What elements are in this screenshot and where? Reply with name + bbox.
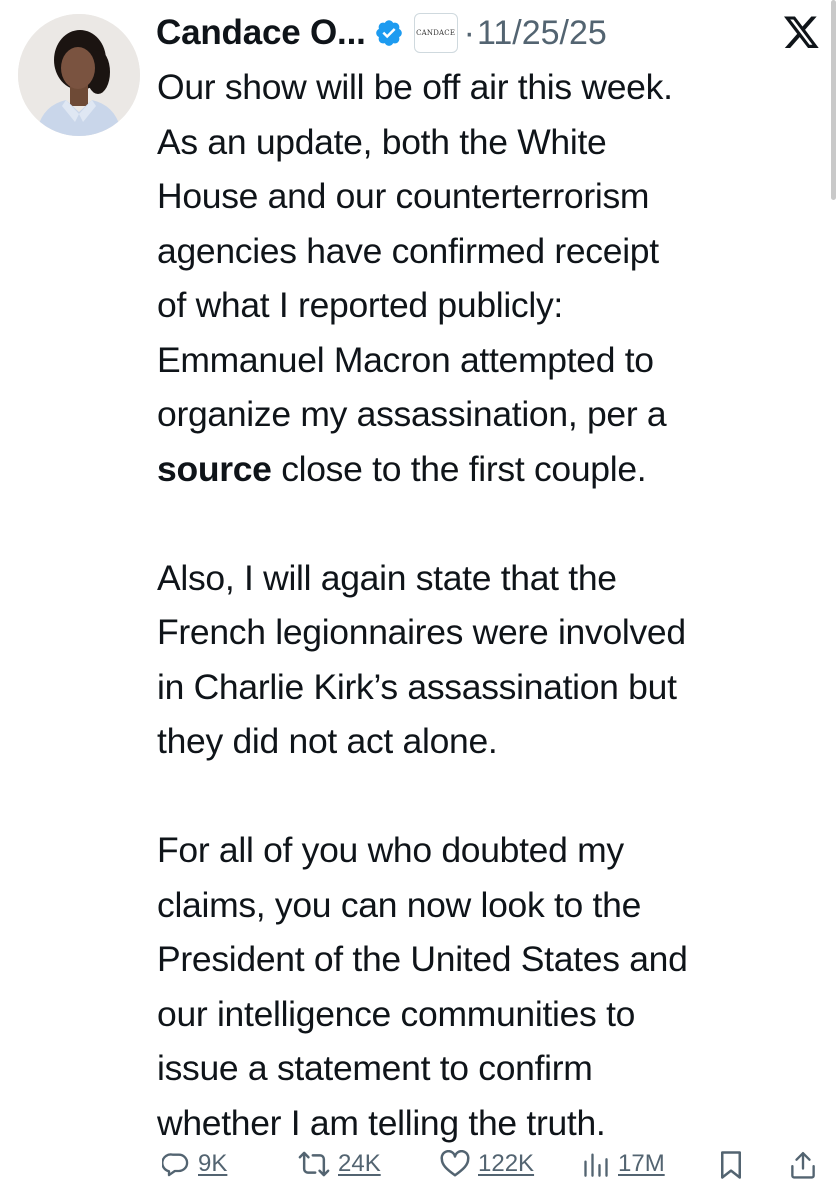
repost-count: 24K (338, 1150, 381, 1177)
text-line: our intelligence communities to (157, 993, 636, 1034)
bookmark-button[interactable] (718, 1150, 744, 1180)
source-link[interactable]: source (157, 449, 272, 489)
repost-button[interactable]: 24K (298, 1150, 381, 1178)
text-line: House and our counterterrorism (157, 176, 650, 216)
tweet-paragraph-1: Our show will be off air this week. As a… (157, 60, 827, 496)
avatar-image (18, 14, 140, 136)
timestamp[interactable]: 11/25/25 (477, 14, 607, 53)
text-line: French legionnaires were involved (157, 612, 686, 652)
scrollbar[interactable] (831, 0, 836, 200)
views-icon (584, 1153, 608, 1177)
tweet-text: Our show will be off air this week. As a… (157, 60, 827, 1150)
text-line: Our show will be off air this week. (157, 67, 673, 107)
share-button[interactable] (790, 1150, 816, 1180)
tweet-paragraph-2: Also, I will again state that the French… (157, 551, 827, 769)
views-button[interactable]: 17M (582, 1150, 665, 1178)
reply-button[interactable]: 9K (162, 1150, 227, 1178)
bookmark-icon (721, 1151, 741, 1179)
text-fragment: close to the first couple. (271, 448, 647, 489)
like-button[interactable]: 122K (440, 1150, 534, 1178)
text-line: Also, I will again state that the (157, 557, 617, 598)
heart-icon (440, 1150, 470, 1177)
text-line: As an update, both the White (157, 121, 607, 162)
text-line: they did not act alone. (157, 721, 498, 761)
text-line: organize my assassination, per a (157, 394, 667, 434)
repost-icon (298, 1151, 330, 1177)
affiliate-badge[interactable]: CANDACE (413, 13, 458, 53)
reply-count: 9K (198, 1150, 228, 1177)
x-logo-icon (784, 16, 820, 50)
text-line: whether I am telling the truth. (157, 1102, 606, 1143)
text-line: claims, you can now look to the (157, 884, 642, 925)
like-count: 122K (478, 1150, 535, 1177)
text-line: of what I reported publicly: (157, 285, 563, 325)
text-line: Emmanuel Macron attempted to (157, 339, 654, 380)
text-line: source close to the first couple. (157, 442, 827, 497)
display-name[interactable]: Candace O... (156, 13, 366, 53)
text-line: issue a statement to confirm (157, 1048, 593, 1088)
verified-badge-icon[interactable] (374, 18, 404, 48)
action-bar: 9K 24K 122K 17M (158, 1150, 828, 1194)
tweet-paragraph-3: For all of you who doubted my claims, yo… (157, 823, 827, 1150)
separator-dot: · (463, 13, 475, 52)
text-line: in Charlie Kirk’s assassination but (157, 666, 677, 707)
text-line: President of the United States and (157, 939, 688, 979)
avatar[interactable] (18, 14, 140, 136)
reply-icon (162, 1153, 189, 1177)
views-count: 17M (618, 1150, 665, 1177)
tweet-header: Candace O... CANDACE · 11/25/25 (156, 6, 832, 60)
share-icon (791, 1151, 815, 1179)
tweet: Candace O... CANDACE · 11/25/25 Our show… (0, 0, 840, 1200)
text-line: agencies have confirmed receipt (157, 230, 659, 271)
text-line: For all of you who doubted my (157, 830, 624, 870)
